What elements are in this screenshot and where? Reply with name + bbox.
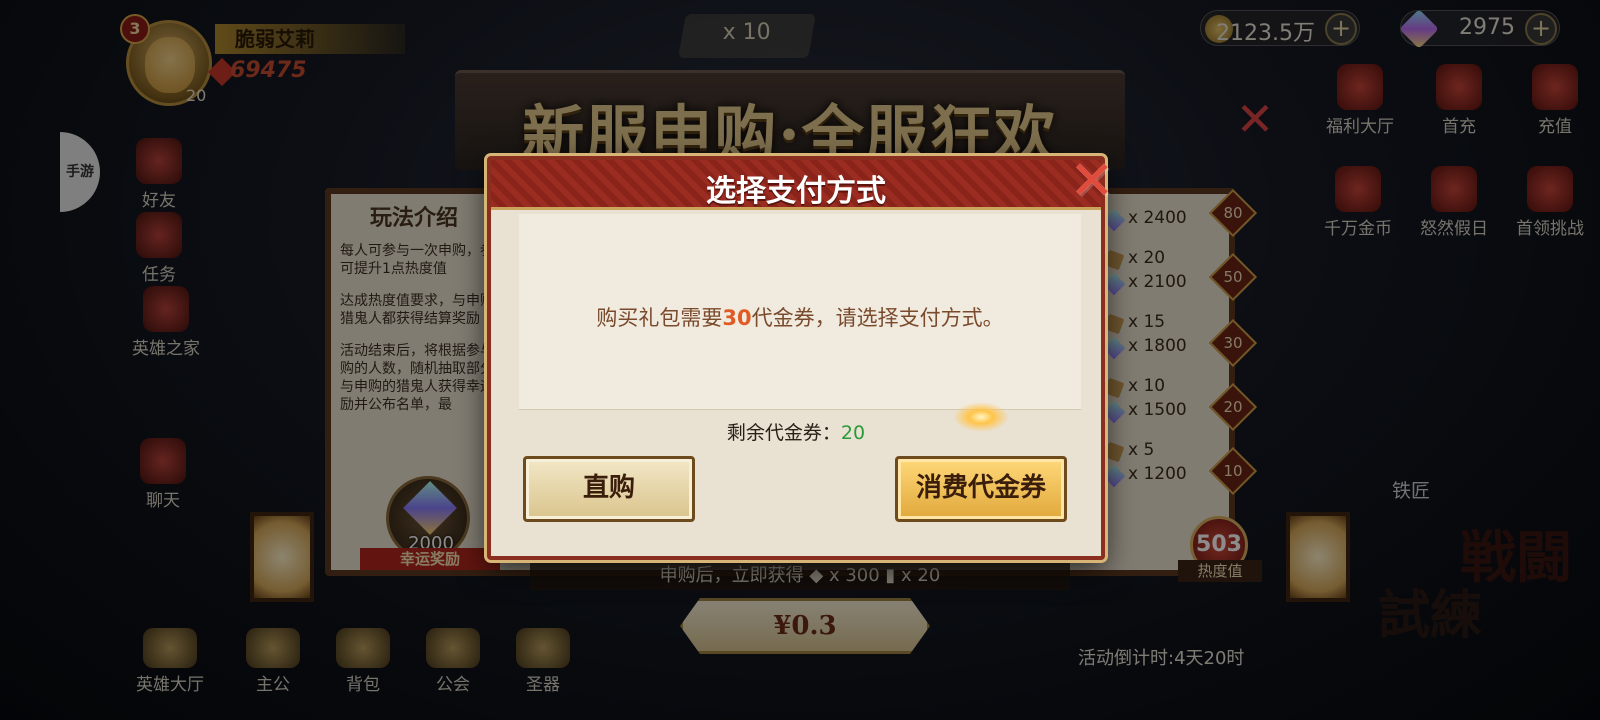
dialog-message-box: 购买礼包需要30代金券，请选择支付方式。 [519, 214, 1081, 410]
voucher-cost: 30 [722, 306, 752, 330]
remaining-vouchers: 剩余代金券：20 [491, 418, 1101, 445]
message-prefix: 购买礼包需要 [596, 306, 723, 330]
remaining-label: 剩余代金券： [726, 422, 841, 444]
sparkle-effect [953, 402, 1009, 432]
remaining-value: 20 [840, 422, 866, 444]
dialog-message: 购买礼包需要30代金券，请选择支付方式。 [519, 302, 1081, 332]
close-icon[interactable]: ✕ [1065, 154, 1119, 208]
direct-purchase-button[interactable]: 直购 [523, 456, 695, 522]
use-voucher-button[interactable]: 消费代金券 [895, 456, 1067, 522]
payment-method-dialog: 选择支付方式 ✕ 购买礼包需要30代金券，请选择支付方式。 剩余代金券：20 直… [487, 154, 1115, 560]
dialog-header: 选择支付方式 [491, 160, 1101, 210]
dialog-title: 选择支付方式 [706, 174, 886, 209]
message-suffix: 代金券，请选择支付方式。 [751, 306, 1004, 330]
